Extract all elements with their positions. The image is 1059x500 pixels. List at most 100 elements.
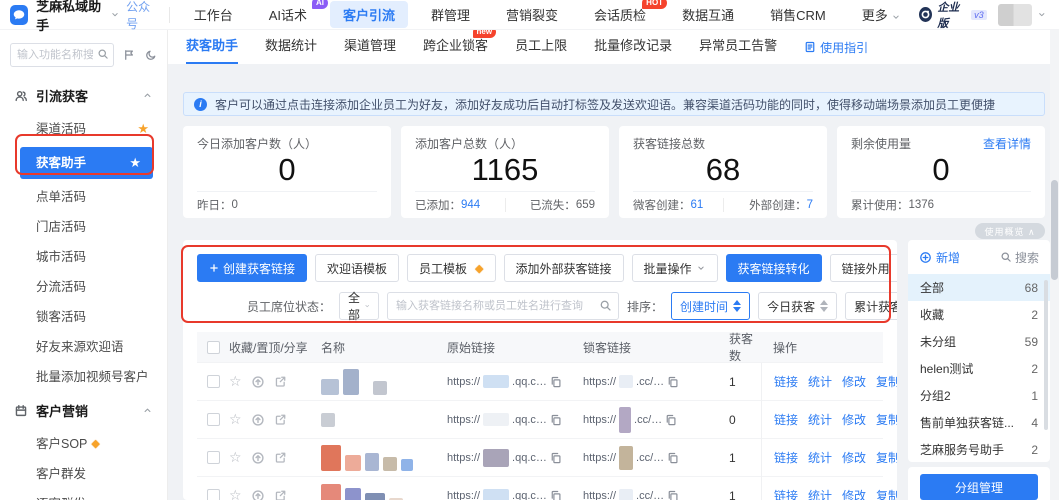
sidebar-item-city-code[interactable]: 城市活码 [0, 242, 167, 272]
copy-icon[interactable] [550, 414, 562, 426]
copy-icon[interactable] [667, 376, 679, 388]
nav-ai-script[interactable]: AI话术AI [256, 1, 320, 28]
tab-channel-management[interactable]: 渠道管理 [344, 30, 396, 64]
row-action-edit[interactable]: 修改 [842, 411, 866, 428]
nav-chat-inspection[interactable]: 会话质检HOT [581, 1, 659, 28]
nav-group-management[interactable]: 群管理 [418, 1, 483, 28]
search-icon[interactable] [97, 48, 109, 60]
staff-template-button[interactable]: 员工模板◆ [407, 254, 495, 282]
favorite-star-icon[interactable]: ☆ [229, 449, 242, 466]
sidebar-item-split-code[interactable]: 分流活码 [0, 272, 167, 302]
select-all-checkbox[interactable] [207, 341, 220, 354]
row-action-copy[interactable]: 复制 [876, 449, 897, 466]
sidebar-section-acquisition[interactable]: 引流获客 [0, 77, 167, 114]
favorite-star-icon[interactable]: ☆ [229, 487, 242, 500]
scrollbar-thumb[interactable] [1051, 180, 1058, 280]
tab-staff-limit[interactable]: 员工上限 [515, 30, 567, 64]
nav-data-sync[interactable]: 数据互通 [669, 1, 747, 28]
chevron-up-icon[interactable] [142, 405, 153, 416]
chevron-up-icon[interactable] [142, 90, 153, 101]
sidebar-item-customer-broadcast[interactable]: 客户群发 [0, 459, 167, 489]
row-action-stats[interactable]: 统计 [808, 373, 832, 390]
copy-icon[interactable] [550, 376, 562, 388]
create-link-button[interactable]: 创建获客链接 [197, 254, 307, 282]
row-action-link[interactable]: 链接 [774, 487, 798, 500]
row-action-edit[interactable]: 修改 [842, 449, 866, 466]
group-item-service-assistant[interactable]: 芝麻服务号助手2 [908, 436, 1050, 462]
row-checkbox[interactable] [207, 375, 220, 388]
row-action-stats[interactable]: 统计 [808, 487, 832, 500]
seat-status-select[interactable]: 全部 [339, 292, 379, 320]
row-checkbox[interactable] [207, 489, 220, 500]
pin-top-icon[interactable] [251, 451, 265, 465]
star-icon[interactable]: ★ [129, 148, 141, 178]
added-count-link[interactable]: 944 [461, 199, 480, 211]
tab-cross-company-lock[interactable]: 跨企业锁客new [423, 30, 488, 64]
sidebar-item-chase-broadcast[interactable]: 逐客群发 [0, 489, 167, 500]
pin-top-icon[interactable] [251, 489, 265, 500]
table-search-input[interactable] [387, 292, 619, 320]
share-icon[interactable] [274, 375, 287, 388]
favorite-star-icon[interactable]: ☆ [229, 373, 242, 390]
nav-sales-crm[interactable]: 销售CRM [757, 1, 839, 28]
row-checkbox[interactable] [207, 451, 220, 464]
star-icon[interactable]: ★ [137, 114, 149, 144]
share-icon[interactable] [274, 451, 287, 464]
sidebar-item-acquisition-assistant[interactable]: 获客助手★ [20, 147, 153, 179]
favorite-star-icon[interactable]: ☆ [229, 411, 242, 428]
group-list-scrollbar[interactable] [1044, 280, 1048, 430]
copy-icon[interactable] [550, 452, 562, 464]
row-action-stats[interactable]: 统计 [808, 449, 832, 466]
sidebar-item-customer-sop[interactable]: 客户SOP◆ [0, 429, 167, 459]
pin-top-icon[interactable] [251, 375, 265, 389]
share-icon[interactable] [274, 489, 287, 500]
add-group-button[interactable]: 新增 [919, 249, 960, 266]
row-action-edit[interactable]: 修改 [842, 487, 866, 500]
sidebar-section-marketing[interactable]: 客户营销 [0, 392, 167, 429]
row-action-stats[interactable]: 统计 [808, 411, 832, 428]
tab-abnormal-staff-alert[interactable]: 异常员工告警 [699, 30, 777, 64]
group-item-group2[interactable]: 分组21 [908, 382, 1050, 409]
row-action-link[interactable]: 链接 [774, 411, 798, 428]
add-external-link-button[interactable]: 添加外部获客链接 [504, 254, 624, 282]
row-action-copy[interactable]: 复制 [876, 411, 897, 428]
chevron-down-icon[interactable] [1037, 9, 1047, 20]
dark-mode-icon[interactable] [145, 48, 158, 62]
external-created-link[interactable]: 7 [807, 199, 813, 211]
flag-icon[interactable] [123, 48, 136, 62]
group-item-favorites[interactable]: 收藏2 [908, 301, 1050, 328]
nav-marketing-fission[interactable]: 营销裂变 [493, 1, 571, 28]
group-manage-button[interactable]: 分组管理 [920, 474, 1038, 500]
row-action-edit[interactable]: 修改 [842, 373, 866, 390]
tab-acquisition-assistant[interactable]: 获客助手 [186, 30, 238, 64]
avatar[interactable] [998, 4, 1033, 26]
tab-data-stats[interactable]: 数据统计 [265, 30, 317, 64]
wk-created-link[interactable]: 61 [691, 199, 704, 211]
row-action-copy[interactable]: 复制 [876, 373, 897, 390]
row-action-link[interactable]: 链接 [774, 449, 798, 466]
chevron-down-icon[interactable] [110, 9, 120, 20]
sidebar-item-channel-code[interactable]: 渠道活码★ [0, 114, 167, 144]
nav-workbench[interactable]: 工作台 [181, 1, 246, 28]
share-icon[interactable] [274, 413, 287, 426]
nav-more[interactable]: 更多 [849, 1, 915, 28]
sort-by-total-customers[interactable]: 累计获客 [845, 292, 897, 320]
pin-top-icon[interactable] [251, 413, 265, 427]
row-action-link[interactable]: 链接 [774, 373, 798, 390]
group-item-all[interactable]: 全部68 [908, 274, 1050, 301]
external-use-button[interactable]: 链接外用◆ [830, 254, 897, 282]
app-title[interactable]: 芝麻私域助手 [36, 0, 107, 34]
copy-icon[interactable] [550, 490, 562, 500]
official-account-link[interactable]: 公众号 [126, 0, 159, 32]
group-item-ungrouped[interactable]: 未分组59 [908, 328, 1050, 355]
group-item-presale-links[interactable]: 售前单独获客链...4 [908, 409, 1050, 436]
sort-by-today-customers[interactable]: 今日获客 [758, 292, 837, 320]
usage-guide-link[interactable]: 使用指引 [804, 39, 868, 56]
welcome-template-button[interactable]: 欢迎语模板 [315, 254, 399, 282]
sidebar-item-order-code[interactable]: 点单活码 [0, 182, 167, 212]
collapse-overview-pill[interactable]: 使用概览 ∧ [975, 223, 1045, 239]
group-item-helen-test[interactable]: helen测试2 [908, 355, 1050, 382]
view-details-link[interactable]: 查看详情 [983, 135, 1031, 152]
batch-actions-button[interactable]: 批量操作 [632, 254, 718, 282]
search-icon[interactable] [599, 299, 612, 312]
